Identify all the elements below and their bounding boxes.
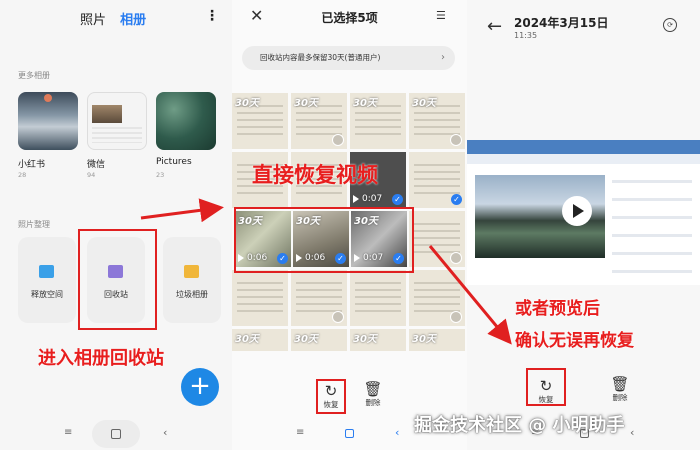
arrow-to-recycle-grid [140, 198, 224, 223]
watermark: 掘金技术社区 @ 小明助手 [414, 415, 625, 436]
arrow-to-preview [428, 245, 512, 345]
annotation-arrows [140, 198, 512, 345]
